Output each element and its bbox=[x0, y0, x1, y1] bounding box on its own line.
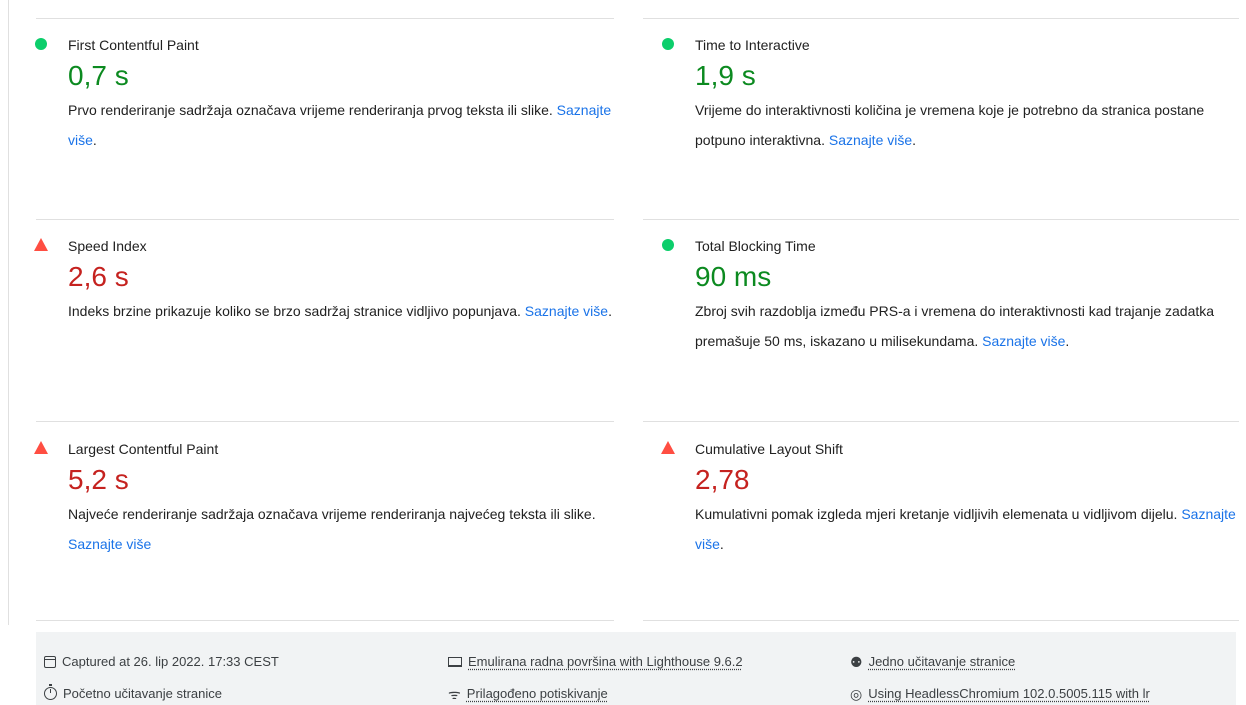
green-circle-icon bbox=[662, 239, 674, 251]
divider bbox=[643, 620, 1239, 621]
metric-title: Largest Contentful Paint bbox=[68, 441, 219, 457]
metric-description: Prvo renderiranje sadržaja označava vrij… bbox=[68, 95, 628, 155]
initial-load-info: Početno učitavanje stranice bbox=[44, 684, 222, 701]
metric-description: Zbroj svih razdoblja između PRS-a i vrem… bbox=[695, 296, 1246, 356]
red-triangle-icon bbox=[34, 441, 48, 454]
metric-title: Speed Index bbox=[68, 238, 147, 254]
metric-description-suffix: . bbox=[608, 303, 612, 319]
emulated-device-text[interactable]: Emulirana radna površina with Lighthouse… bbox=[468, 654, 743, 669]
metric-description: Vrijeme do interaktivnosti količina je v… bbox=[695, 95, 1246, 155]
person-icon: ⚉ bbox=[850, 653, 863, 670]
browser-info[interactable]: ◎ Using HeadlessChromium 102.0.5005.115 … bbox=[850, 686, 1150, 701]
red-triangle-icon bbox=[34, 238, 48, 251]
red-triangle-icon bbox=[661, 441, 675, 454]
metric-description-text: Indeks brzine prikazuje koliko se brzo s… bbox=[68, 303, 521, 319]
left-divider bbox=[8, 0, 9, 625]
metric-first-contentful-paint: First Contentful Paint 0,7 s Prvo render… bbox=[35, 34, 628, 155]
metric-value: 2,6 s bbox=[68, 261, 129, 292]
calendar-icon bbox=[44, 655, 56, 668]
divider bbox=[36, 18, 614, 19]
divider bbox=[643, 219, 1239, 220]
single-load-text[interactable]: Jedno učitavanje stranice bbox=[869, 654, 1016, 669]
emulated-device-info[interactable]: Emulirana radna površina with Lighthouse… bbox=[448, 654, 743, 669]
single-load-info[interactable]: ⚉ Jedno učitavanje stranice bbox=[850, 654, 1015, 669]
divider bbox=[643, 421, 1239, 422]
stopwatch-icon bbox=[44, 684, 57, 700]
captured-text: Captured at 26. lip 2022. 17:33 CEST bbox=[62, 654, 279, 669]
captured-info: Captured at 26. lip 2022. 17:33 CEST bbox=[44, 654, 279, 669]
metric-description: Indeks brzine prikazuje koliko se brzo s… bbox=[68, 296, 628, 326]
metric-description-suffix: . bbox=[1065, 333, 1070, 349]
metric-value: 1,9 s bbox=[695, 60, 756, 91]
metric-value: 2,78 bbox=[695, 464, 750, 495]
chrome-icon: ◎ bbox=[850, 685, 863, 702]
metric-total-blocking-time: Total Blocking Time 90 ms Zbroj svih raz… bbox=[662, 235, 1246, 356]
initial-load-text: Početno učitavanje stranice bbox=[63, 686, 222, 701]
divider bbox=[36, 219, 614, 220]
divider bbox=[36, 620, 614, 621]
metric-largest-contentful-paint: Largest Contentful Paint 5,2 s Najveće r… bbox=[34, 438, 628, 559]
learn-more-link[interactable]: Saznajte više bbox=[525, 303, 608, 319]
metric-time-to-interactive: Time to Interactive 1,9 s Vrijeme do int… bbox=[662, 34, 1246, 155]
wifi-icon: ᯤ bbox=[448, 685, 461, 702]
metric-description: Kumulativni pomak izgleda mjeri kretanje… bbox=[695, 499, 1246, 559]
metric-description: Najveće renderiranje sadržaja označava v… bbox=[68, 499, 628, 559]
green-circle-icon bbox=[35, 38, 47, 50]
metric-speed-index: Speed Index 2,6 s Indeks brzine prikazuj… bbox=[34, 235, 628, 326]
metric-value: 0,7 s bbox=[68, 60, 129, 91]
metric-cumulative-layout-shift: Cumulative Layout Shift 2,78 Kumulativni… bbox=[661, 438, 1246, 559]
metric-value: 5,2 s bbox=[68, 464, 129, 495]
green-circle-icon bbox=[662, 38, 674, 50]
metric-value: 90 ms bbox=[695, 261, 772, 292]
browser-text[interactable]: Using HeadlessChromium 102.0.5005.115 wi… bbox=[868, 686, 1150, 701]
divider bbox=[36, 421, 614, 422]
learn-more-link[interactable]: Saznajte više bbox=[68, 536, 151, 552]
metric-title: Time to Interactive bbox=[695, 37, 810, 53]
learn-more-link[interactable]: Saznajte više bbox=[982, 333, 1065, 349]
metric-title: First Contentful Paint bbox=[68, 37, 199, 53]
throttling-info[interactable]: ᯤ Prilagođeno potiskivanje bbox=[448, 686, 608, 701]
metric-description-text: Zbroj svih razdoblja između PRS-a i vrem… bbox=[695, 303, 1215, 349]
metric-title: Total Blocking Time bbox=[695, 238, 816, 254]
metric-description-text: Vrijeme do interaktivnosti količina je v… bbox=[695, 102, 1205, 148]
learn-more-link[interactable]: Saznajte više bbox=[829, 132, 912, 148]
metric-description-text: Kumulativni pomak izgleda mjeri kretanje… bbox=[695, 506, 1178, 522]
divider bbox=[643, 18, 1239, 19]
throttling-text[interactable]: Prilagođeno potiskivanje bbox=[467, 686, 608, 701]
metric-description-text: Prvo renderiranje sadržaja označava vrij… bbox=[68, 102, 553, 118]
laptop-icon bbox=[448, 656, 462, 667]
metric-description-suffix: . bbox=[719, 536, 724, 552]
metric-description-text: Najveće renderiranje sadržaja označava v… bbox=[68, 506, 596, 522]
metric-description-suffix: . bbox=[92, 132, 97, 148]
metric-description-suffix: . bbox=[912, 132, 917, 148]
runtime-settings-footer: Captured at 26. lip 2022. 17:33 CEST Poč… bbox=[36, 632, 1236, 705]
metric-title: Cumulative Layout Shift bbox=[695, 441, 843, 457]
